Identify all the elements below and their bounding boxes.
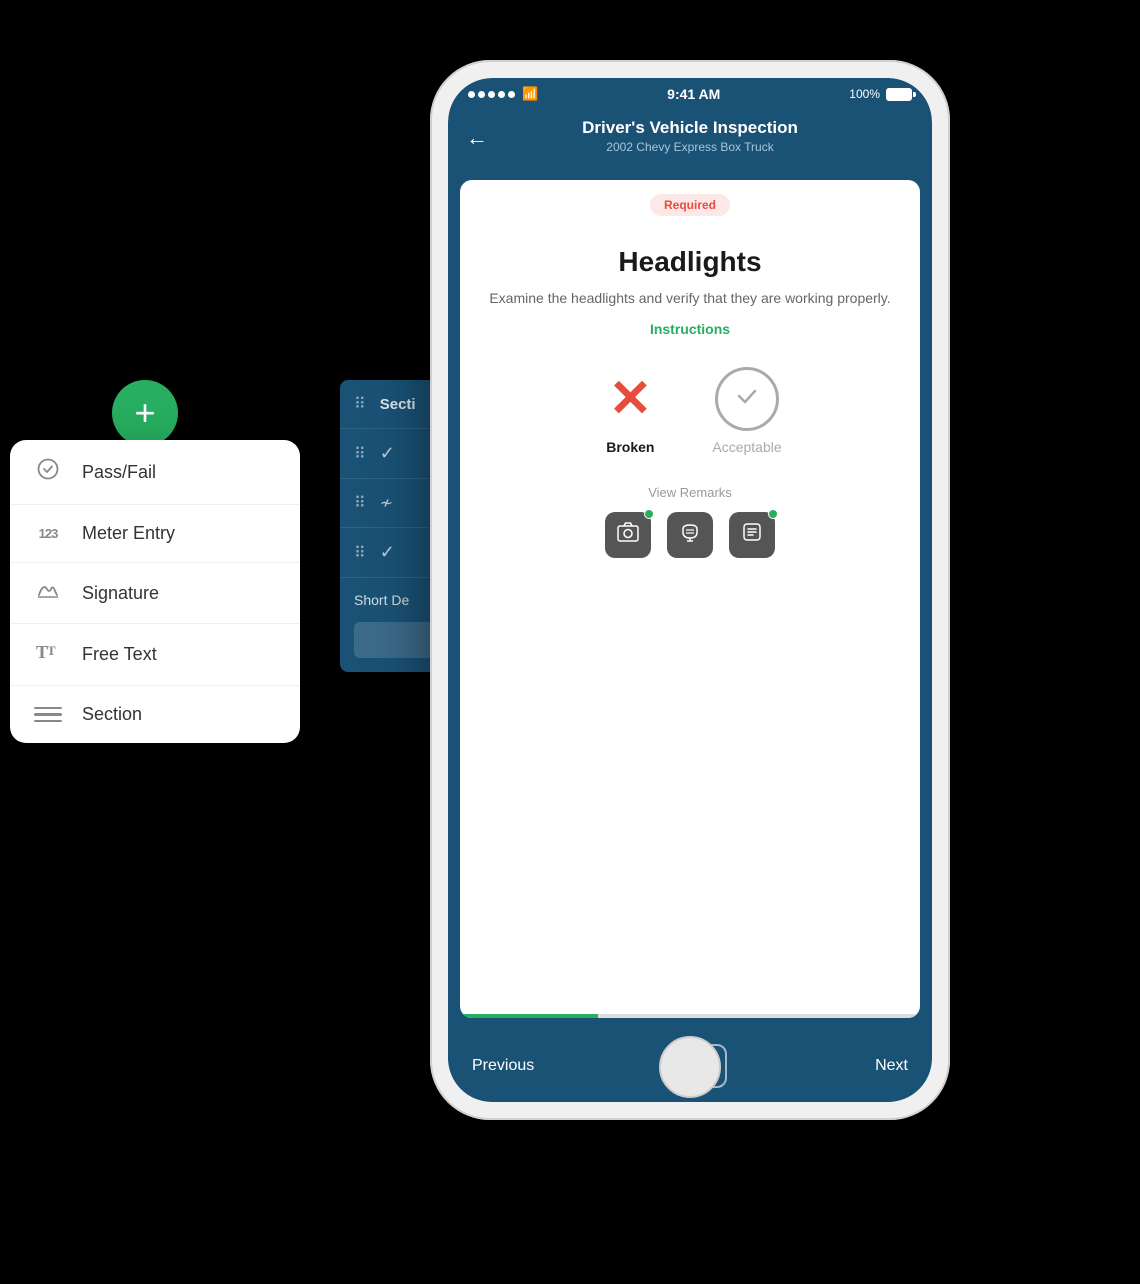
choice-acceptable[interactable]: Acceptable bbox=[712, 367, 781, 455]
lines-icon-inner bbox=[34, 705, 62, 725]
photo-button[interactable] bbox=[605, 512, 651, 558]
photo-icon bbox=[617, 521, 639, 549]
signal-dot-1 bbox=[468, 91, 475, 98]
note-green-dot bbox=[768, 509, 778, 519]
signature-icon-1: ≁ bbox=[380, 493, 393, 513]
item-title: Headlights bbox=[618, 246, 761, 278]
progress-bar bbox=[460, 1014, 920, 1018]
signal-dot-5 bbox=[508, 91, 515, 98]
progress-fill bbox=[460, 1014, 598, 1018]
signature-label: Signature bbox=[82, 583, 159, 604]
meter-entry-icon: 123 bbox=[34, 526, 62, 541]
broken-label: Broken bbox=[606, 439, 654, 455]
instructions-link[interactable]: Instructions bbox=[650, 321, 730, 337]
signal-dot-2 bbox=[478, 91, 485, 98]
add-button[interactable]: + bbox=[112, 380, 178, 446]
pass-fail-icon bbox=[34, 458, 62, 486]
phone-screen: 📶 9:41 AM 100% ← Driver's Vehicle Inspec… bbox=[448, 78, 932, 1102]
drag-dots-icon: ⠿ bbox=[354, 444, 368, 464]
nav-subtitle: 2002 Chevy Express Box Truck bbox=[468, 140, 912, 154]
x-mark-icon: ✕ bbox=[609, 373, 653, 425]
pass-fail-label: Pass/Fail bbox=[82, 462, 156, 483]
free-text-icon: T T bbox=[34, 642, 62, 667]
popup-menu: Pass/Fail 123 Meter Entry Signature T T … bbox=[10, 440, 300, 743]
acceptable-icon bbox=[715, 367, 779, 431]
drag-dots-icon-2: ⠿ bbox=[354, 493, 368, 513]
required-badge: Required bbox=[650, 194, 730, 216]
check-icon bbox=[732, 381, 762, 418]
audio-button[interactable] bbox=[667, 512, 713, 558]
phone-content: Required Headlights Examine the headligh… bbox=[448, 168, 932, 1102]
drag-dots-icon-3: ⠿ bbox=[354, 543, 368, 563]
view-remarks-label: View Remarks bbox=[648, 485, 732, 500]
battery-icon bbox=[886, 88, 912, 101]
inspection-card: Required Headlights Examine the headligh… bbox=[460, 180, 920, 1018]
drag-handle-icon: ⠿ bbox=[354, 394, 368, 414]
choice-broken[interactable]: ✕ Broken bbox=[598, 367, 662, 455]
meter-entry-label: Meter Entry bbox=[82, 523, 175, 544]
wifi-icon: 📶 bbox=[522, 86, 538, 102]
popup-item-signature[interactable]: Signature bbox=[10, 563, 300, 624]
svg-text:T: T bbox=[47, 643, 56, 658]
back-button[interactable]: ← bbox=[466, 125, 488, 151]
popup-item-meter-entry[interactable]: 123 Meter Entry bbox=[10, 505, 300, 563]
battery-text: 100% bbox=[849, 87, 880, 101]
phone-inner: 📶 9:41 AM 100% ← Driver's Vehicle Inspec… bbox=[448, 78, 932, 1102]
popup-item-free-text[interactable]: T T Free Text bbox=[10, 624, 300, 686]
popup-item-pass-fail[interactable]: Pass/Fail bbox=[10, 440, 300, 505]
status-time: 9:41 AM bbox=[667, 86, 720, 102]
check-icon-1: ✓ bbox=[380, 443, 395, 464]
home-button[interactable] bbox=[659, 1036, 721, 1098]
nav-header: ← Driver's Vehicle Inspection 2002 Chevy… bbox=[448, 108, 932, 168]
plus-icon: + bbox=[134, 395, 155, 431]
previous-button[interactable]: Previous bbox=[472, 1057, 534, 1075]
note-button[interactable] bbox=[729, 512, 775, 558]
choices-row: ✕ Broken bbox=[598, 367, 781, 455]
audio-icon bbox=[679, 521, 701, 549]
check-icon-2: ✓ bbox=[380, 542, 395, 563]
item-description: Examine the headlights and verify that t… bbox=[489, 288, 890, 309]
signal-dot-3 bbox=[488, 91, 495, 98]
bg-panel-title: Secti bbox=[380, 396, 416, 413]
status-bar: 📶 9:41 AM 100% bbox=[448, 78, 932, 108]
popup-item-section[interactable]: Section bbox=[10, 686, 300, 743]
note-icon bbox=[741, 521, 763, 549]
acceptable-label: Acceptable bbox=[712, 439, 781, 455]
status-right: 100% bbox=[849, 87, 912, 101]
free-text-label: Free Text bbox=[82, 644, 157, 665]
remarks-icons bbox=[605, 512, 775, 558]
next-button[interactable]: Next bbox=[875, 1057, 908, 1075]
broken-icon: ✕ bbox=[598, 367, 662, 431]
photo-green-dot bbox=[644, 509, 654, 519]
phone-device: 📶 9:41 AM 100% ← Driver's Vehicle Inspec… bbox=[430, 60, 950, 1120]
section-label: Section bbox=[82, 704, 142, 725]
signal-dot-4 bbox=[498, 91, 505, 98]
signature-icon bbox=[34, 581, 62, 605]
section-icon bbox=[34, 705, 62, 725]
nav-title: Driver's Vehicle Inspection bbox=[468, 118, 912, 138]
card-body: Headlights Examine the headlights and ve… bbox=[460, 180, 920, 1014]
status-left: 📶 bbox=[468, 86, 538, 102]
